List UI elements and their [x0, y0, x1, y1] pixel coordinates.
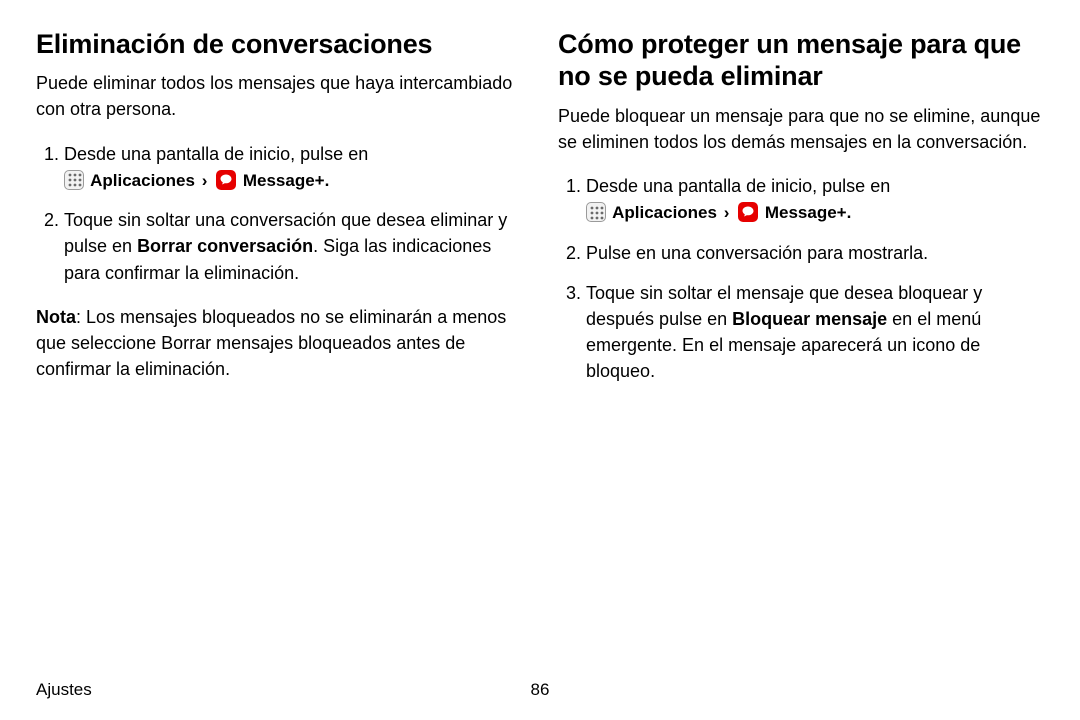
message-plus-icon — [216, 170, 236, 190]
step-text: Desde una pantalla de inicio, pulse en — [586, 176, 890, 196]
apps-label: Aplicaciones — [90, 171, 195, 190]
right-heading: Cómo proteger un mensaje para que no se … — [558, 28, 1044, 93]
apps-grid-icon — [64, 170, 84, 190]
left-steps: Desde una pantalla de inicio, pulse en A… — [36, 141, 522, 286]
apps-path: Aplicaciones › Message+. — [586, 203, 851, 222]
right-step-3: Toque sin soltar el mensaje que desea bl… — [586, 280, 1044, 384]
right-steps: Desde una pantalla de inicio, pulse en A… — [558, 173, 1044, 384]
footer-spacer — [1039, 680, 1044, 700]
left-column: Eliminación de conversaciones Puede elim… — [36, 28, 522, 670]
apps-label: Aplicaciones — [612, 203, 717, 222]
note-body: : Los mensajes bloqueados no se eliminar… — [36, 307, 506, 379]
note-label: Nota — [36, 307, 76, 327]
left-intro: Puede eliminar todos los mensajes que ha… — [36, 70, 522, 122]
left-step-2: Toque sin soltar una conversación que de… — [64, 207, 522, 285]
chevron-right-icon: › — [724, 203, 730, 222]
right-step-2: Pulse en una conversación para mostrarla… — [586, 240, 1044, 266]
page-footer: Ajustes 86 — [36, 670, 1044, 700]
chevron-right-icon: › — [202, 171, 208, 190]
step-text: Desde una pantalla de inicio, pulse en — [64, 144, 368, 164]
message-plus-label: Message+ — [765, 203, 847, 222]
apps-path: Aplicaciones › Message+. — [64, 171, 329, 190]
left-note: Nota: Los mensajes bloqueados no se elim… — [36, 304, 522, 382]
step2-bold: Borrar conversación — [137, 236, 313, 256]
period: . — [847, 203, 852, 222]
manual-page: Eliminación de conversaciones Puede elim… — [0, 0, 1080, 720]
footer-page-number: 86 — [531, 680, 550, 700]
period: . — [325, 171, 330, 190]
left-heading: Eliminación de conversaciones — [36, 28, 522, 60]
left-step-1: Desde una pantalla de inicio, pulse en A… — [64, 141, 522, 194]
step3-bold: Bloquear mensaje — [732, 309, 887, 329]
footer-section-label: Ajustes — [36, 680, 92, 700]
right-intro: Puede bloquear un mensaje para que no se… — [558, 103, 1044, 155]
message-plus-label: Message+ — [243, 171, 325, 190]
right-column: Cómo proteger un mensaje para que no se … — [558, 28, 1044, 670]
apps-grid-icon — [586, 202, 606, 222]
right-step-1: Desde una pantalla de inicio, pulse en A… — [586, 173, 1044, 226]
two-column-layout: Eliminación de conversaciones Puede elim… — [36, 28, 1044, 670]
message-plus-icon — [738, 202, 758, 222]
